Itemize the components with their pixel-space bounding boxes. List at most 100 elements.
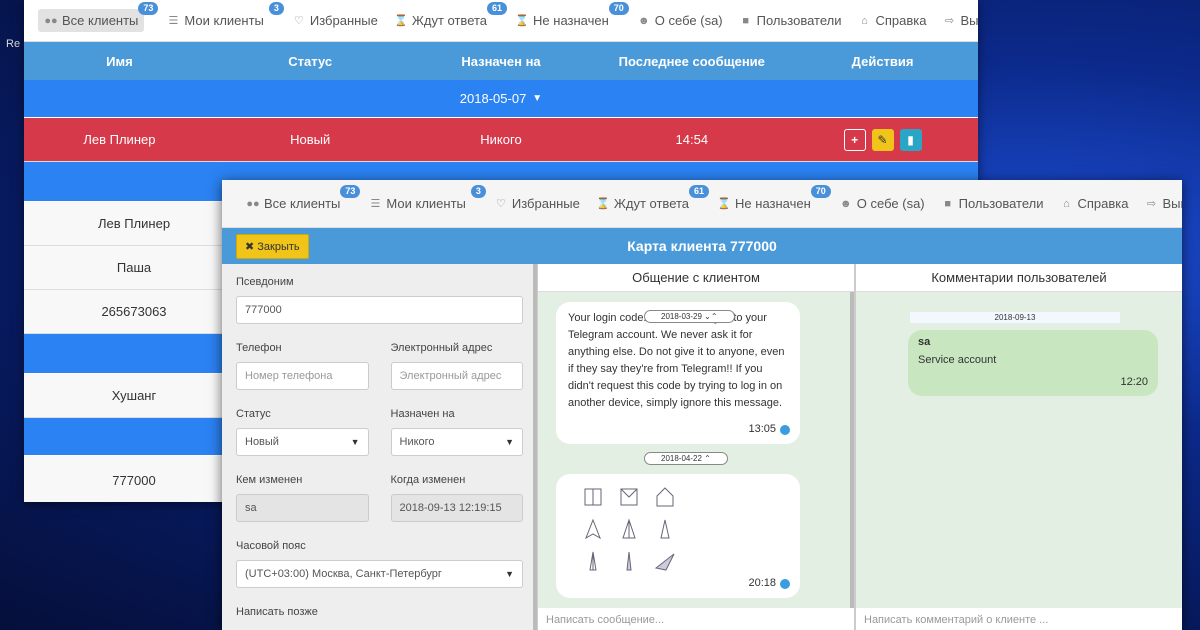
nav-favorites[interactable]: ♡ Избранные [286,9,384,32]
bookmark-icon: ▮ [907,132,914,147]
table-header: Имя Статус Назначен на Последнее сообщен… [24,42,978,80]
chat-panel: Общение с клиентом Your login code: be u… [538,264,856,630]
hourglass-icon: ⌛ [394,15,408,27]
home-icon: ⌂ [1063,197,1070,210]
comment-author: sa [918,336,931,348]
nav-logout[interactable]: ⇨ Выйти [937,9,979,32]
nav-waiting[interactable]: ⌛ Ждут ответа 61 [590,185,710,215]
cell-name: Паша [116,260,152,275]
nav-logout[interactable]: ⇨ Выйти [1139,192,1182,215]
bookmark-button[interactable]: ▮ [899,128,922,151]
count-badge: 73 [138,2,159,15]
user-icon: ☻ [840,197,852,210]
comment-date: 2018-09-13 [910,312,1120,323]
comment-input[interactable]: Написать комментарий о клиенте ... [856,608,1182,630]
hourglass-icon: ⌛ [515,15,529,27]
nav-all-clients[interactable]: ●● Все клиенты 73 [38,2,159,32]
nav-label: Не назначен [735,196,811,211]
email-label: Электронный адрес [390,342,493,354]
write-later-label: Написать позже [236,606,318,618]
hourglass-icon: ⌛ [596,198,610,210]
assigned-select[interactable]: Никого ▼ [390,428,523,456]
nav-waiting[interactable]: ⌛ Ждут ответа 61 [388,2,508,32]
home-icon: ⌂ [861,14,868,27]
message-time: 13:05 [748,421,790,438]
timezone-value: (UTC+03:00) Москва, Санкт-Петербург [245,568,442,580]
message-input[interactable]: Написать сообщение... [538,608,854,630]
nav-profile[interactable]: ☻ О себе (sa) [631,9,729,32]
col-name[interactable]: Имя [24,54,215,69]
plane-step-icon [656,487,674,507]
nav-label: Выйти [960,13,979,28]
date-group-row[interactable]: 2018-05-07 ▼ [24,80,978,118]
comment-bubble: sa Service account 12:20 [908,330,1158,396]
caret-down-icon: ▼ [505,437,514,447]
count-badge: 73 [340,185,361,198]
nav-my-clients[interactable]: ☰ Мои клиенты 3 [160,2,284,32]
table-row[interactable]: Лев Плинер Новый Никого 14:54 + ✎ ▮ [24,118,978,162]
nav-label: Справка [1077,196,1129,211]
card-title: Карта клиента 777000 [627,238,777,254]
nav-all-clients[interactable]: ●● Все клиенты 73 [240,185,361,215]
message-time: 20:18 [748,575,790,592]
chat-title: Общение с клиентом [538,264,854,292]
date-text: 2018-03-29 [661,312,702,321]
nav-label: Мои клиенты [386,196,466,211]
nav-label: О себе (sa) [654,13,723,28]
nav-label: Все клиенты [264,196,341,211]
nav-label: Избранные [309,13,378,28]
row-actions: + ✎ ▮ [787,128,978,151]
col-status[interactable]: Статус [215,54,406,69]
alias-input[interactable]: 777000 [236,296,523,324]
nav-unassigned[interactable]: ⌛ Не назначен 70 [509,2,629,32]
plane-step-icon [654,553,675,571]
date-divider[interactable]: 2018-03-29 ⌄⌃ [644,310,735,323]
email-input[interactable]: Электронный адрес [390,362,523,390]
add-button[interactable]: + [843,128,866,151]
heart-icon: ♡ [293,15,304,27]
nav-label: Не назначен [533,13,609,28]
nav-favorites[interactable]: ♡ Избранные [488,192,586,215]
nav-help[interactable]: ⌂ Справка [1054,192,1135,215]
col-last-message[interactable]: Последнее сообщение [596,54,787,69]
cell-last: 14:54 [675,132,709,147]
comments-title: Комментарии пользователей [856,264,1182,292]
nav-profile[interactable]: ☻ О себе (sa) [833,192,931,215]
col-assigned[interactable]: Назначен на [406,54,597,69]
logout-icon: ⇨ [1146,198,1157,210]
nav-unassigned[interactable]: ⌛ Не назначен 70 [711,185,831,215]
cell-name: Лев Плинер [83,132,156,147]
phone-input[interactable]: Номер телефона [236,362,369,390]
client-form: Псевдоним 777000 Телефон Номер телефона … [222,264,538,630]
nav-help[interactable]: ⌂ Справка [852,9,933,32]
cell-name: 777000 [112,473,156,488]
users-icon: ●● [246,197,260,210]
hourglass-icon: ⌛ [717,198,731,210]
timezone-select[interactable]: (UTC+03:00) Москва, Санкт-Петербург ▼ [236,560,523,588]
cell-status: Новый [290,132,331,147]
nav-users[interactable]: ■ Пользователи [935,192,1050,215]
nav-label: Ждут ответа [613,196,690,211]
comments-panel: Комментарии пользователей 2018-09-13 sa … [856,264,1182,630]
assigned-label: Назначен на [390,408,455,420]
chat-messages: Your login code: be used to log in to yo… [538,292,854,608]
close-button[interactable]: ✖ Закрыть [236,233,309,259]
lock-icon: ■ [944,197,951,210]
edit-button[interactable]: ✎ [871,128,894,151]
plane-step-icon [589,551,597,571]
nav-users[interactable]: ■ Пользователи [733,9,848,32]
count-badge: 3 [470,185,486,198]
alias-label: Псевдоним [236,276,294,288]
users-icon: ●● [44,14,58,27]
top-nav: ●● Все клиенты 73 ☰ Мои клиенты 3 ♡ Избр… [222,180,1182,228]
chat-scrollbar[interactable] [850,292,854,608]
image-message-bubble: 20:18 [556,474,800,598]
status-select[interactable]: Новый ▼ [236,428,369,456]
date-divider[interactable]: 2018-04-22 ⌃ [644,452,728,465]
form-scrollbar[interactable] [533,264,537,630]
comment-text: Service account [918,354,997,366]
nav-label: Пользователи [756,13,842,28]
nav-my-clients[interactable]: ☰ Мои клиенты 3 [362,185,486,215]
paper-plane-image[interactable] [582,486,788,572]
plane-step-icon [585,518,601,540]
